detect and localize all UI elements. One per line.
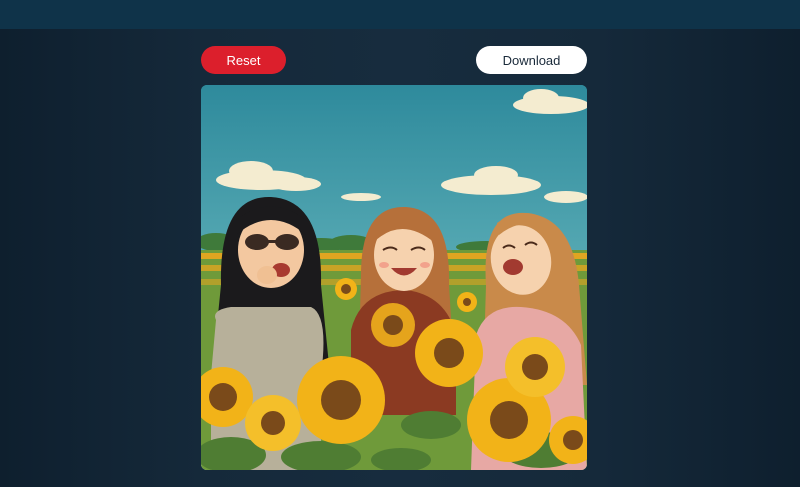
illustration-image (201, 85, 587, 470)
reset-button[interactable]: Reset (201, 46, 286, 74)
generated-image (201, 85, 587, 470)
download-button[interactable]: Download (476, 46, 587, 74)
top-bar (0, 0, 800, 29)
